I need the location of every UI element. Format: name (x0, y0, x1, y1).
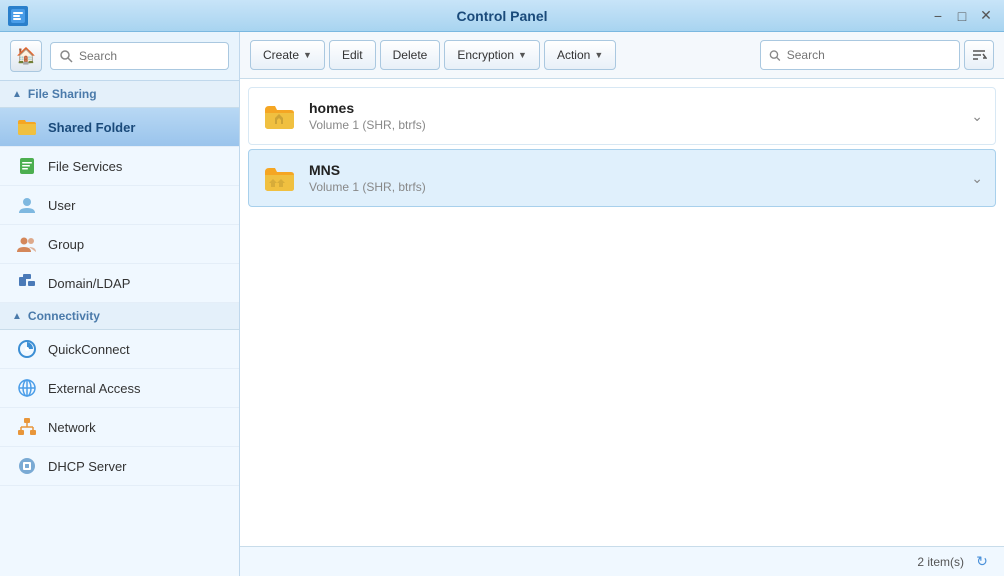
network-icon (16, 416, 38, 438)
create-caret: ▼ (303, 50, 312, 60)
sidebar-item-network[interactable]: Network (0, 408, 239, 447)
edit-label: Edit (342, 48, 363, 62)
maximize-button[interactable]: □ (952, 6, 972, 26)
folder-sub-mns: Volume 1 (SHR, btrfs) (309, 180, 959, 194)
encryption-button[interactable]: Encryption ▼ (444, 40, 540, 70)
title-bar: Control Panel − □ ✕ (0, 0, 1004, 32)
file-services-icon (16, 155, 38, 177)
section-arrow: ▲ (12, 89, 22, 100)
search-icon (769, 49, 781, 62)
folder-info-mns: MNS Volume 1 (SHR, btrfs) (309, 162, 959, 194)
encryption-label: Encryption (457, 48, 514, 62)
encryption-caret: ▼ (518, 50, 527, 60)
folder-info-homes: homes Volume 1 (SHR, btrfs) (309, 100, 959, 132)
delete-button[interactable]: Delete (380, 40, 441, 70)
group-icon (16, 233, 38, 255)
sidebar-label-domain-ldap: Domain/LDAP (48, 276, 130, 291)
sidebar-item-quickconnect[interactable]: QuickConnect (0, 330, 239, 369)
folder-item-mns[interactable]: MNS Volume 1 (SHR, btrfs) ⌄ (248, 149, 996, 207)
sidebar-label-network: Network (48, 420, 96, 435)
sidebar: 🏠 ▲ File Sharing Shared Folder (0, 32, 240, 576)
sidebar-item-domain-ldap[interactable]: Domain/LDAP (0, 264, 239, 303)
sidebar-item-shared-folder[interactable]: Shared Folder (0, 108, 239, 147)
sort-button[interactable] (964, 40, 994, 70)
section-connectivity[interactable]: ▲ Connectivity (0, 303, 239, 330)
sidebar-item-file-services[interactable]: File Services (0, 147, 239, 186)
toolbar-search-input[interactable] (787, 48, 951, 62)
folder-icon-homes (261, 98, 297, 134)
action-button[interactable]: Action ▼ (544, 40, 616, 70)
sidebar-label-group: Group (48, 237, 84, 252)
quickconnect-icon (16, 338, 38, 360)
section-file-sharing[interactable]: ▲ File Sharing (0, 81, 239, 108)
sidebar-label-file-services: File Services (48, 159, 122, 174)
sidebar-item-dhcp-server[interactable]: DHCP Server (0, 447, 239, 486)
create-button[interactable]: Create ▼ (250, 40, 325, 70)
folder-name-homes: homes (309, 100, 959, 116)
sidebar-top: 🏠 (0, 32, 239, 81)
home-button[interactable]: 🏠 (10, 40, 42, 72)
content-list: homes Volume 1 (SHR, btrfs) ⌄ MNS (240, 79, 1004, 546)
window-controls: − □ ✕ (928, 6, 996, 26)
sidebar-label-user: User (48, 198, 75, 213)
sort-icon (971, 47, 987, 63)
action-caret: ▼ (594, 50, 603, 60)
toolbar: Create ▼ Edit Delete Encryption ▼ Action… (240, 32, 1004, 79)
item-count: 2 item(s) (917, 555, 964, 569)
folder-item-homes[interactable]: homes Volume 1 (SHR, btrfs) ⌄ (248, 87, 996, 145)
toolbar-search-container (760, 40, 960, 70)
sidebar-search-input[interactable] (50, 42, 229, 70)
close-button[interactable]: ✕ (976, 6, 996, 26)
action-label: Action (557, 48, 590, 62)
shared-folder-icon (16, 116, 38, 138)
section-label: File Sharing (28, 87, 97, 101)
connectivity-label: Connectivity (28, 309, 100, 323)
folder-icon-mns (261, 160, 297, 196)
sidebar-item-group[interactable]: Group (0, 225, 239, 264)
minimize-button[interactable]: − (928, 6, 948, 26)
status-bar: 2 item(s) ↻ (240, 546, 1004, 576)
folder-name-mns: MNS (309, 162, 959, 178)
sidebar-label-quickconnect: QuickConnect (48, 342, 130, 357)
main-content: Create ▼ Edit Delete Encryption ▼ Action… (240, 32, 1004, 576)
folder-expand-homes[interactable]: ⌄ (971, 108, 983, 125)
folder-expand-mns[interactable]: ⌄ (971, 170, 983, 187)
domain-icon (16, 272, 38, 294)
app-body: 🏠 ▲ File Sharing Shared Folder (0, 32, 1004, 576)
sidebar-label-dhcp-server: DHCP Server (48, 459, 127, 474)
edit-button[interactable]: Edit (329, 40, 376, 70)
create-label: Create (263, 48, 299, 62)
app-icon (8, 6, 28, 26)
sidebar-item-external-access[interactable]: External Access (0, 369, 239, 408)
sidebar-label-external-access: External Access (48, 381, 141, 396)
external-access-icon (16, 377, 38, 399)
refresh-button[interactable]: ↻ (972, 552, 992, 572)
connectivity-arrow: ▲ (12, 311, 22, 322)
window-title: Control Panel (456, 8, 547, 24)
delete-label: Delete (393, 48, 428, 62)
sidebar-item-user[interactable]: User (0, 186, 239, 225)
folder-sub-homes: Volume 1 (SHR, btrfs) (309, 118, 959, 132)
sidebar-label-shared-folder: Shared Folder (48, 120, 135, 135)
dhcp-icon (16, 455, 38, 477)
title-bar-left (8, 6, 28, 26)
user-icon (16, 194, 38, 216)
